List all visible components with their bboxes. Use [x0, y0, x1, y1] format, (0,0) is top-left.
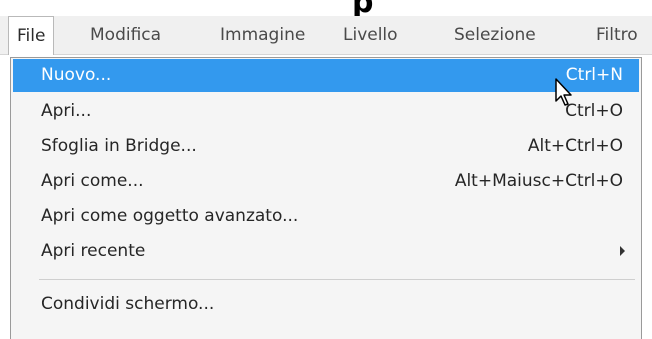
- menu-item-label: Apri recente: [41, 241, 146, 261]
- menu-separator: [39, 279, 635, 280]
- menu-livello[interactable]: Livello: [343, 16, 398, 54]
- menu-item-label: Apri come oggetto avanzato...: [41, 206, 299, 226]
- menu-filtro[interactable]: Filtro: [596, 16, 638, 54]
- menu-item-label: Apri...: [41, 101, 92, 121]
- menu-item-condividi-schermo[interactable]: Condividi schermo...: [13, 288, 639, 321]
- chevron-right-icon: [620, 246, 625, 256]
- menu-item-label: Nuovo...: [41, 65, 112, 85]
- menu-item-label: Apri come...: [41, 171, 144, 191]
- menu-item-apri-come-oggetto-avanzato[interactable]: Apri come oggetto avanzato...: [13, 200, 639, 233]
- menu-item-apri-recente[interactable]: Apri recente: [13, 235, 639, 268]
- menu-item-shortcut: Alt+Ctrl+O: [527, 136, 623, 156]
- title-fragment: p: [352, 0, 373, 16]
- mouse-pointer-icon: [555, 78, 572, 106]
- menu-item-shortcut: Alt+Maiusc+Ctrl+O: [454, 171, 623, 191]
- menu-item-nuovo[interactable]: Nuovo... Ctrl+N: [13, 59, 639, 92]
- menu-item-sfoglia-in-bridge[interactable]: Sfoglia in Bridge... Alt+Ctrl+O: [13, 130, 639, 163]
- top-strip: p: [0, 0, 652, 16]
- menu-modifica[interactable]: Modifica: [90, 16, 161, 54]
- menu-item-apri[interactable]: Apri... Ctrl+O: [13, 95, 639, 128]
- menu-selezione[interactable]: Selezione: [454, 16, 536, 54]
- menu-item-label: Sfoglia in Bridge...: [41, 136, 197, 156]
- menu-bar: File Modifica Immagine Livello Selezione…: [0, 16, 652, 55]
- menu-file[interactable]: File: [8, 16, 55, 55]
- menu-item-apri-come[interactable]: Apri come... Alt+Maiusc+Ctrl+O: [13, 165, 639, 198]
- menu-item-label: Condividi schermo...: [41, 294, 215, 314]
- file-menu-dropdown: Nuovo... Ctrl+N Apri... Ctrl+O Sfoglia i…: [10, 57, 642, 339]
- menu-immagine[interactable]: Immagine: [220, 16, 305, 54]
